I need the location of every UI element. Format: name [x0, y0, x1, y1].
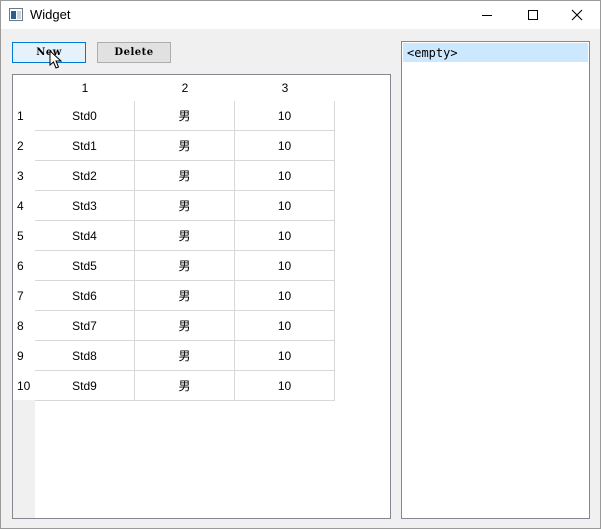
table-cell-name[interactable]: Std1	[35, 131, 135, 161]
table-cell-gender[interactable]: 男	[135, 251, 235, 281]
student-table[interactable]: 1 2 3 1 2 3 4 5 6 7 8 9 10 Std0 男 10 Std…	[12, 74, 391, 519]
table-cell-age[interactable]: 10	[235, 371, 335, 401]
minimize-icon	[482, 14, 492, 16]
row-header[interactable]: 4	[13, 191, 35, 221]
table-cell-gender[interactable]: 男	[135, 371, 235, 401]
table-cell-age[interactable]: 10	[235, 161, 335, 191]
table-cell-gender[interactable]: 男	[135, 161, 235, 191]
window-title: Widget	[30, 7, 71, 22]
table-cell-gender[interactable]: 男	[135, 341, 235, 371]
table-cell-gender[interactable]: 男	[135, 281, 235, 311]
table-cell-age[interactable]: 10	[235, 311, 335, 341]
column-header-2[interactable]: 2	[135, 75, 235, 101]
maximize-button[interactable]	[510, 1, 556, 29]
minimize-button[interactable]	[464, 1, 510, 29]
app-window-icon	[9, 8, 23, 21]
mouse-cursor-icon	[49, 50, 63, 69]
table-cell-name[interactable]: Std4	[35, 221, 135, 251]
table-cell-name[interactable]: Std2	[35, 161, 135, 191]
table-cell-name[interactable]: Std7	[35, 311, 135, 341]
close-button[interactable]	[554, 1, 600, 29]
row-header[interactable]: 3	[13, 161, 35, 191]
close-icon	[571, 9, 583, 21]
row-header[interactable]: 6	[13, 251, 35, 281]
table-body: Std0 男 10 Std1 男 10 Std2 男 10 Std3 男 10 …	[35, 101, 335, 401]
item-list[interactable]: <empty>	[401, 41, 590, 519]
table-cell-name[interactable]: Std3	[35, 191, 135, 221]
table-cell-age[interactable]: 10	[235, 251, 335, 281]
row-header[interactable]: 2	[13, 131, 35, 161]
table-cell-age[interactable]: 10	[235, 341, 335, 371]
table-cell-age[interactable]: 10	[235, 191, 335, 221]
table-cell-gender[interactable]: 男	[135, 191, 235, 221]
row-header[interactable]: 1	[13, 101, 35, 131]
row-header[interactable]: 9	[13, 341, 35, 371]
row-header-area: 1 2 3 4 5 6 7 8 9 10	[13, 101, 35, 518]
maximize-icon	[528, 10, 538, 20]
table-cell-age[interactable]: 10	[235, 131, 335, 161]
table-cell-age[interactable]: 10	[235, 281, 335, 311]
table-cell-gender[interactable]: 男	[135, 221, 235, 251]
row-header[interactable]: 5	[13, 221, 35, 251]
table-cell-age[interactable]: 10	[235, 221, 335, 251]
column-header-3[interactable]: 3	[235, 75, 335, 101]
table-cell-name[interactable]: Std5	[35, 251, 135, 281]
table-cell-name[interactable]: Std9	[35, 371, 135, 401]
app-window: Widget New Delete 1 2 3 1 2 3 4 5 6 7 8 …	[0, 0, 601, 529]
row-header[interactable]: 10	[13, 371, 35, 401]
column-header-1[interactable]: 1	[35, 75, 135, 101]
row-header[interactable]: 7	[13, 281, 35, 311]
row-header[interactable]: 8	[13, 311, 35, 341]
list-item[interactable]: <empty>	[403, 43, 588, 62]
table-cell-gender[interactable]: 男	[135, 311, 235, 341]
table-cell-name[interactable]: Std8	[35, 341, 135, 371]
table-cell-gender[interactable]: 男	[135, 101, 235, 131]
table-cell-name[interactable]: Std6	[35, 281, 135, 311]
table-cell-name[interactable]: Std0	[35, 101, 135, 131]
table-cell-age[interactable]: 10	[235, 101, 335, 131]
delete-button[interactable]: Delete	[97, 42, 171, 63]
table-cell-gender[interactable]: 男	[135, 131, 235, 161]
title-bar[interactable]: Widget	[1, 1, 600, 29]
table-corner-button[interactable]	[13, 75, 35, 101]
